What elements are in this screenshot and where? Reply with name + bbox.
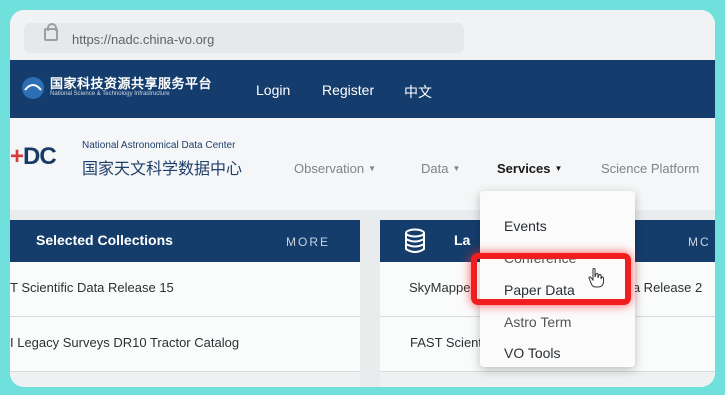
menu-observation-label: Observation — [294, 161, 365, 176]
register-link[interactable]: Register — [322, 82, 374, 98]
list-item-label: T Scientific Data Release 15 — [10, 280, 174, 295]
chevron-down-icon: ▼ — [452, 164, 461, 173]
logo-plus-icon: + — [10, 143, 24, 170]
brand-logo-icon — [22, 77, 44, 99]
brand-title-cn: 国家科技资源共享服务平台 — [50, 76, 213, 91]
dropdown-item-astro-term[interactable]: Astro Term — [504, 314, 571, 330]
row-left-text: FAST Scient — [410, 335, 483, 350]
logo-text: DC — [23, 143, 57, 170]
chevron-down-icon: ▼ — [554, 164, 563, 173]
url-text[interactable]: https://nadc.china-vo.org — [72, 32, 214, 47]
dropdown-item-vo-tools[interactable]: VO Tools — [504, 345, 561, 361]
selected-collections-panel: Selected Collections MORE T Scientific D… — [10, 220, 360, 387]
dropdown-item-events[interactable]: Events — [504, 218, 547, 234]
browser-window: https://nadc.china-vo.org 国家科技资源共享服务平台 N… — [10, 10, 715, 387]
latest-panel-more-link[interactable]: MC — [688, 235, 711, 249]
org-name-en: National Astronomical Data Center — [82, 140, 236, 151]
menu-data[interactable]: Data ▼ — [421, 161, 460, 176]
list-item[interactable]: T Scientific Data Release 15 — [10, 262, 360, 317]
top-navigation-bar: 国家科技资源共享服务平台 National Science & Technolo… — [10, 60, 715, 118]
menu-science-platform[interactable]: Science Platform — [601, 161, 699, 176]
list-item[interactable]: I Legacy Surveys DR10 Tractor Catalog — [10, 317, 360, 372]
selected-collections-title: Selected Collections — [36, 232, 173, 248]
list-item-label: I Legacy Surveys DR10 Tractor Catalog — [10, 335, 240, 350]
menu-data-label: Data — [421, 161, 449, 176]
org-name-cn: 国家天文科学数据中心 — [82, 161, 243, 178]
login-link[interactable]: Login — [256, 82, 290, 98]
nadc-logo[interactable]: +DC — [10, 143, 57, 171]
menu-services[interactable]: Services ▼ — [497, 161, 562, 176]
latest-panel-title: La — [454, 232, 471, 248]
browser-address-bar: https://nadc.china-vo.org — [10, 10, 715, 60]
brand-title-en: National Science & Technology Infrastruc… — [50, 91, 170, 97]
selected-collections-more-link[interactable]: MORE — [286, 235, 330, 249]
paper-data-highlight-box — [471, 253, 631, 305]
row-left-text: SkyMappe — [409, 280, 471, 295]
selected-collections-header: Selected Collections MORE — [10, 220, 360, 262]
hand-cursor-icon — [588, 268, 604, 288]
menu-services-label: Services — [497, 161, 551, 176]
language-link[interactable]: 中文 — [404, 82, 432, 102]
menu-observation[interactable]: Observation ▼ — [294, 161, 376, 176]
chevron-down-icon: ▼ — [368, 164, 377, 173]
lock-icon — [44, 23, 58, 41]
database-icon — [405, 228, 425, 253]
